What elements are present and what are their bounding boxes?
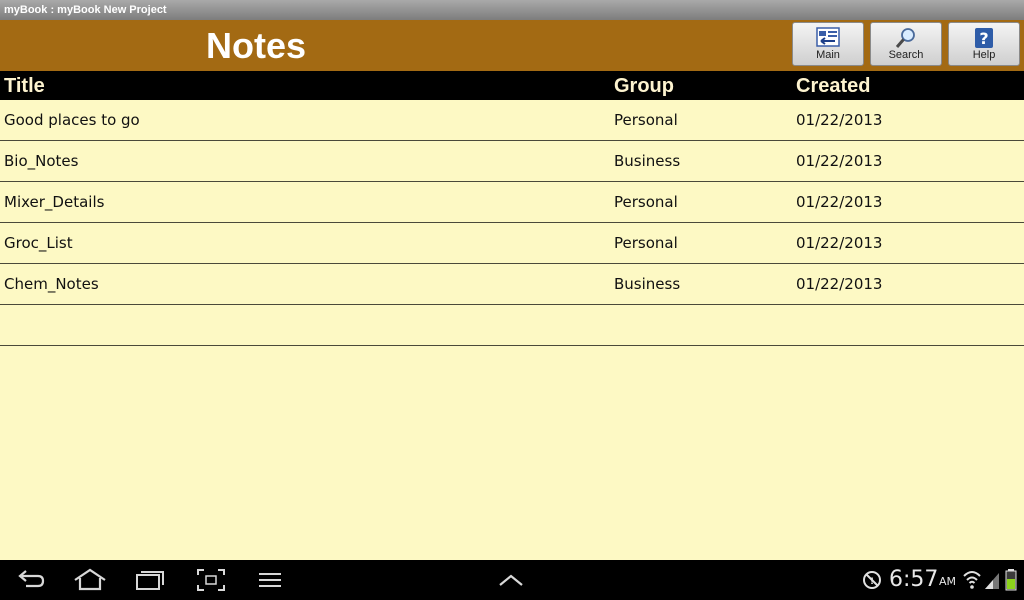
recent-apps-icon[interactable] <box>134 568 166 592</box>
table-row[interactable]: Groc_List Personal 01/22/2013 <box>0 223 1024 264</box>
search-button[interactable]: Search <box>870 22 942 66</box>
status-ampm: AM <box>939 575 957 588</box>
column-header-created[interactable]: Created <box>796 71 870 101</box>
row-created: 01/22/2013 <box>796 152 883 170</box>
row-title: Groc_List <box>4 234 73 252</box>
wifi-icon <box>963 571 981 589</box>
row-title: Chem_Notes <box>4 275 99 293</box>
page-title: Notes <box>206 25 307 66</box>
svg-text:!: ! <box>870 577 874 587</box>
column-header-group[interactable]: Group <box>614 71 674 101</box>
row-created: 01/22/2013 <box>796 234 883 252</box>
screenshot-icon[interactable] <box>196 568 226 592</box>
row-created: 01/22/2013 <box>796 111 883 129</box>
no-data-icon: ! <box>863 571 881 589</box>
back-icon[interactable] <box>16 568 46 592</box>
row-group: Personal <box>614 111 678 129</box>
table-row[interactable]: Good places to go Personal 01/22/2013 <box>0 100 1024 141</box>
row-group: Personal <box>614 234 678 252</box>
svg-text:?: ? <box>979 29 988 48</box>
search-button-label: Search <box>888 49 924 61</box>
row-group: Personal <box>614 193 678 211</box>
menu-icon[interactable] <box>258 568 282 592</box>
status-clock: 6:57 <box>889 567 939 592</box>
column-header-bar: Title Group Created <box>0 71 1024 100</box>
column-header-title[interactable]: Title <box>4 71 45 101</box>
row-group: Business <box>614 275 681 293</box>
main-button[interactable]: Main <box>792 22 864 66</box>
home-icon[interactable] <box>73 568 107 592</box>
table-row[interactable]: Chem_Notes Business 01/22/2013 <box>0 264 1024 305</box>
table-row[interactable]: Mixer_Details Personal 01/22/2013 <box>0 182 1024 223</box>
search-icon <box>895 28 915 48</box>
battery-icon <box>1005 569 1017 591</box>
up-arrow-icon[interactable] <box>498 568 524 592</box>
table-row-empty[interactable] <box>0 305 1024 346</box>
row-title: Bio_Notes <box>4 152 79 170</box>
row-group: Business <box>614 152 681 170</box>
help-icon: ? <box>975 28 993 48</box>
main-icon <box>816 27 840 47</box>
help-button[interactable]: ? Help <box>948 22 1020 66</box>
help-button-label: Help <box>972 49 996 61</box>
notes-header: Notes Main Search ? Help <box>0 20 1024 71</box>
row-created: 01/22/2013 <box>796 193 883 211</box>
row-title: Good places to go <box>4 111 140 129</box>
app-title-bar: myBook : myBook New Project <box>0 0 1024 20</box>
system-navigation-bar: ! 6:57 AM <box>0 560 1024 600</box>
notes-list: Good places to go Personal 01/22/2013 Bi… <box>0 100 1024 346</box>
main-button-label: Main <box>816 49 840 61</box>
row-title: Mixer_Details <box>4 193 105 211</box>
row-created: 01/22/2013 <box>796 275 883 293</box>
table-row[interactable]: Bio_Notes Business 01/22/2013 <box>0 141 1024 182</box>
signal-icon <box>985 573 999 589</box>
